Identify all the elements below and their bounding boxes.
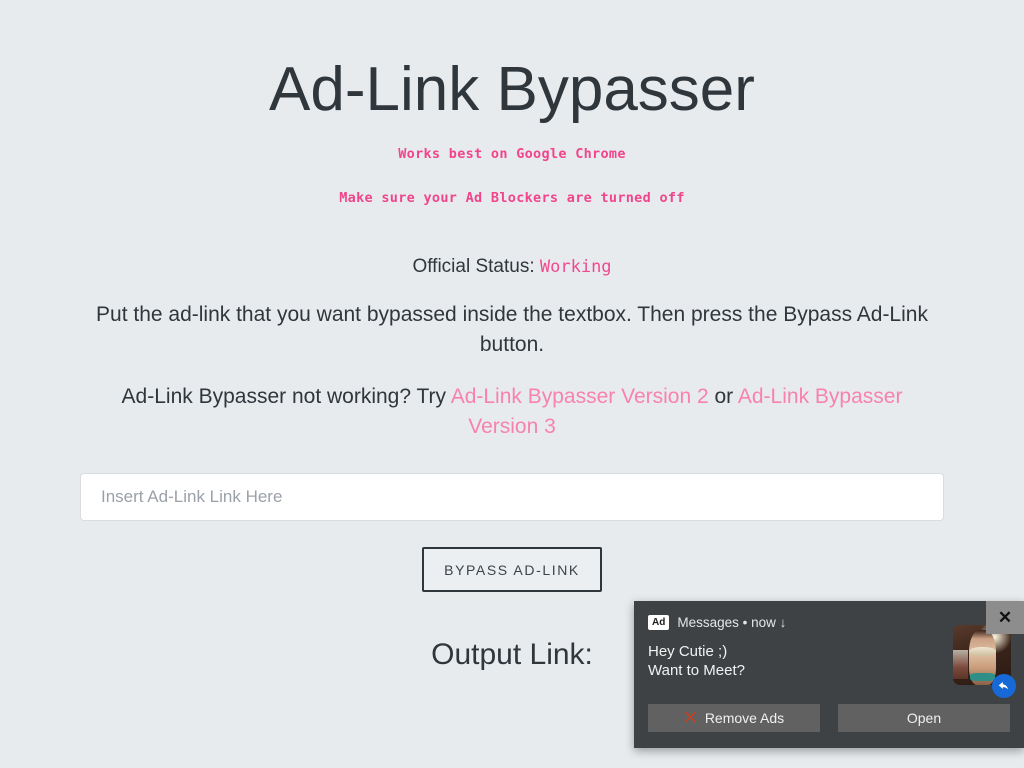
- official-status: Official Status: Working: [0, 256, 1024, 278]
- open-label: Open: [906, 710, 942, 726]
- ad-meta-text: Messages • now ↓: [677, 615, 787, 630]
- adlink-input-wrapper: [80, 473, 944, 522]
- ad-message-line-2: Want to Meet?: [648, 662, 745, 679]
- link-version-2[interactable]: Ad-Link Bypasser Version 2: [451, 385, 709, 408]
- bypass-button-row: BYPASS AD-LINK: [0, 547, 1024, 593]
- thumbnail-foreground-left: [953, 650, 969, 679]
- ad-button-row: Remove Ads Open: [648, 704, 1010, 732]
- page-title: Ad-Link Bypasser: [269, 55, 755, 124]
- page-root: Ad-Link Bypasser Works best on Google Ch…: [0, 0, 1024, 768]
- ad-message-body: Hey Cutie ;) Want to Meet?: [648, 642, 745, 680]
- status-value: Working: [539, 257, 612, 278]
- note-adblock: Make sure your Ad Blockers are turned of…: [339, 190, 685, 207]
- ad-badge-icon: Ad: [648, 615, 670, 630]
- status-label: Official Status:: [412, 256, 535, 278]
- adlink-input[interactable]: [80, 473, 944, 522]
- ad-overlay-panel: ✕ Ad Messages • now ↓ Hey Cutie ;) Want …: [634, 601, 1024, 748]
- ad-close-button[interactable]: ✕: [986, 601, 1024, 634]
- ad-header: Ad Messages • now ↓: [648, 615, 786, 630]
- red-x-icon: [684, 710, 698, 727]
- remove-ads-button[interactable]: Remove Ads: [648, 704, 820, 732]
- instructions-text: Put the ad-link that you want bypassed i…: [96, 303, 928, 356]
- thumbnail-detail-bottom: [970, 673, 995, 681]
- fallback-prefix: Ad-Link Bypasser not working? Try: [121, 384, 451, 408]
- thumbnail-detail-top: [968, 646, 997, 657]
- fallback-versions-text: Ad-Link Bypasser not working? Try Ad-Lin…: [92, 382, 932, 442]
- ad-message-line-1: Hey Cutie ;): [648, 643, 728, 660]
- reply-arrow-icon[interactable]: [992, 674, 1016, 698]
- bypass-adlink-button[interactable]: BYPASS AD-LINK: [422, 547, 602, 593]
- remove-ads-label: Remove Ads: [704, 710, 785, 726]
- note-chrome: Works best on Google Chrome: [398, 146, 626, 163]
- fallback-separator: or: [708, 384, 738, 408]
- open-button[interactable]: Open: [838, 704, 1010, 732]
